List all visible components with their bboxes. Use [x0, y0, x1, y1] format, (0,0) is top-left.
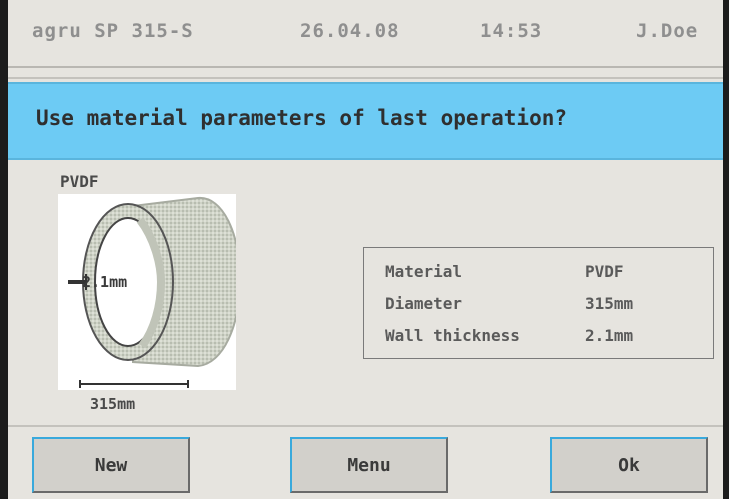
diagram-material-label: PVDF: [60, 172, 99, 191]
param-value: PVDF: [585, 262, 624, 281]
menu-button[interactable]: Menu: [290, 437, 448, 493]
param-label: Diameter: [385, 294, 463, 313]
welding-machine-screen: agru SP 315-S 26.04.08 14:53 J.Doe Use m…: [0, 0, 729, 499]
param-row-diameter: Diameter 315mm: [385, 294, 633, 313]
param-label: Wall thickness: [385, 326, 520, 345]
param-label: Material: [385, 262, 463, 281]
status-bar: agru SP 315-S 26.04.08 14:53 J.Doe: [8, 0, 723, 68]
frame-left: [0, 0, 8, 497]
user-display: J.Doe: [636, 20, 699, 42]
wall-thickness-label: 2.1mm: [82, 273, 128, 291]
separator-line: [8, 77, 723, 79]
pipe-cross-section-icon: [68, 196, 242, 388]
button-bar: New Menu Ok: [8, 425, 723, 499]
parameter-panel: Material PVDF Diameter 315mm Wall thicknes…: [363, 247, 714, 359]
device-name: agru SP 315-S: [32, 20, 194, 42]
prompt-text: Use material parameters of last operatio…: [36, 106, 568, 130]
param-value: 315mm: [585, 294, 634, 313]
param-value: 2.1mm: [585, 326, 634, 345]
time-display: 14:53: [480, 20, 543, 42]
date-display: 26.04.08: [300, 20, 400, 42]
param-row-material: Material PVDF: [385, 262, 624, 281]
pipe-diagram: 2.1mm: [58, 194, 242, 390]
param-row-wall-thickness: Wall thickness 2.1mm: [385, 326, 633, 345]
new-button[interactable]: New: [32, 437, 190, 493]
frame-right: [723, 0, 729, 497]
ok-button[interactable]: Ok: [550, 437, 708, 493]
prompt-banner: Use material parameters of last operatio…: [8, 82, 723, 160]
diameter-label: 315mm: [90, 395, 136, 413]
